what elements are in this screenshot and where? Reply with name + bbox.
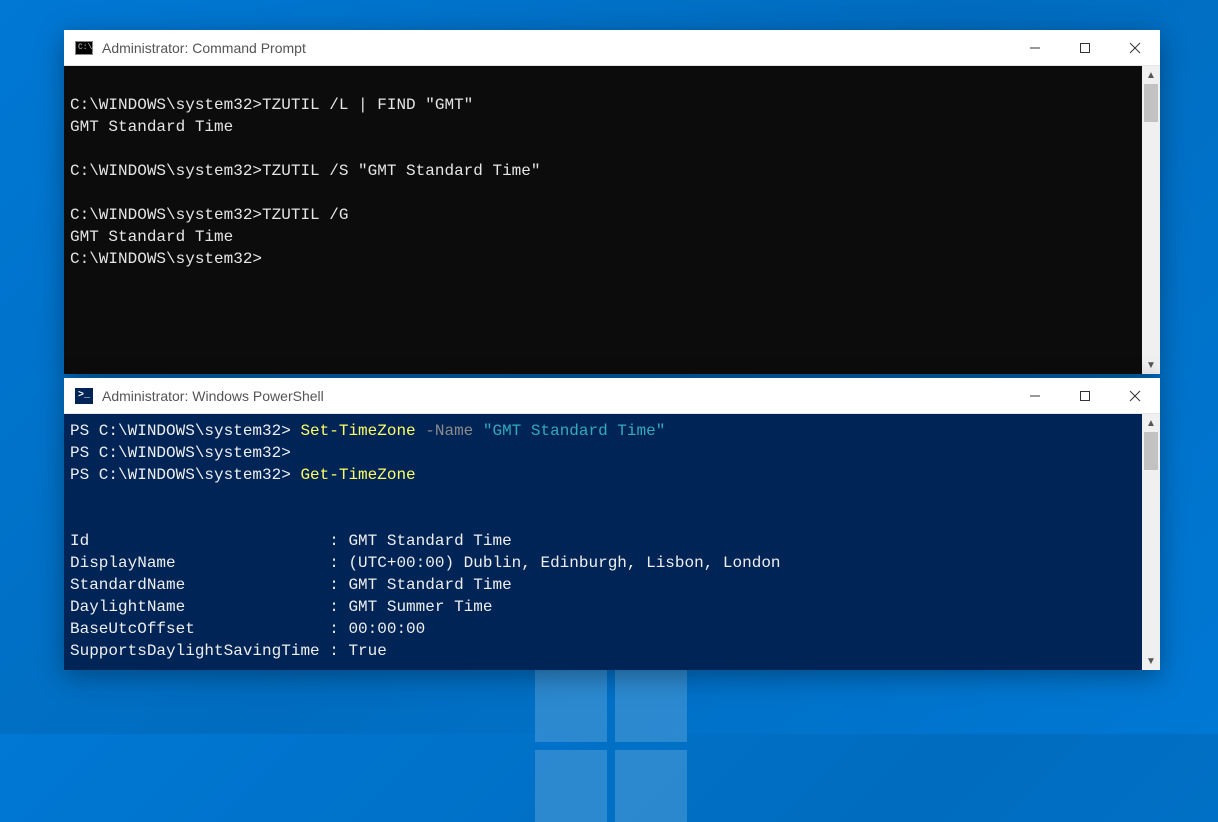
cmd-vertical-scrollbar[interactable]: ▲ ▼ (1142, 66, 1160, 374)
cmd-terminal-output[interactable]: C:\WINDOWS\system32>TZUTIL /L | FIND "GM… (64, 66, 1142, 374)
maximize-button[interactable] (1060, 378, 1110, 413)
cmd-app-icon: C:\ (74, 40, 94, 56)
scrollbar-thumb[interactable] (1144, 84, 1158, 122)
scroll-up-icon[interactable]: ▲ (1142, 414, 1160, 432)
close-button[interactable] (1110, 30, 1160, 65)
scroll-up-icon[interactable]: ▲ (1142, 66, 1160, 84)
scrollbar-thumb[interactable] (1144, 432, 1158, 470)
powershell-app-icon: >_ (74, 388, 94, 404)
powershell-window: >_ Administrator: Windows PowerShell PS … (64, 378, 1160, 670)
ps-titlebar[interactable]: >_ Administrator: Windows PowerShell (64, 378, 1160, 414)
cmd-titlebar[interactable]: C:\ Administrator: Command Prompt (64, 30, 1160, 66)
ps-terminal-output[interactable]: PS C:\WINDOWS\system32> Set-TimeZone -Na… (64, 414, 1142, 670)
scroll-down-icon[interactable]: ▼ (1142, 652, 1160, 670)
close-button[interactable] (1110, 378, 1160, 413)
ps-vertical-scrollbar[interactable]: ▲ ▼ (1142, 414, 1160, 670)
windows-desktop-logo (535, 670, 695, 750)
cmd-window-controls (1010, 30, 1160, 65)
ps-title: Administrator: Windows PowerShell (102, 388, 1010, 404)
maximize-button[interactable] (1060, 30, 1110, 65)
cmd-window: C:\ Administrator: Command Prompt C:\WIN… (64, 30, 1160, 374)
minimize-button[interactable] (1010, 378, 1060, 413)
cmd-title: Administrator: Command Prompt (102, 40, 1010, 56)
minimize-button[interactable] (1010, 30, 1060, 65)
scroll-down-icon[interactable]: ▼ (1142, 356, 1160, 374)
ps-window-controls (1010, 378, 1160, 413)
